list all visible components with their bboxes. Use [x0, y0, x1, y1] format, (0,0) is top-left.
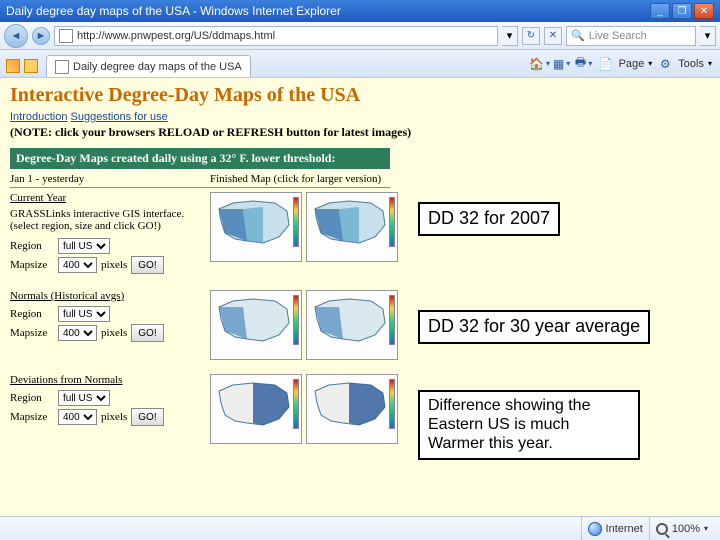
- url-text: http://www.pnwpest.org/US/ddmaps.html: [77, 30, 275, 42]
- tools-menu[interactable]: ⚙: [656, 55, 674, 73]
- legend-icon: [293, 197, 299, 247]
- command-bar: 🏠 ▦ 🖶 📄 Page▾ ⚙ Tools▾: [527, 50, 716, 77]
- favorites-add-icon[interactable]: [24, 59, 38, 73]
- suggestions-link[interactable]: Suggestions for use: [71, 111, 168, 123]
- search-input[interactable]: 🔍 Live Search: [566, 26, 696, 46]
- tab-active[interactable]: Daily degree day maps of the USA: [46, 55, 251, 77]
- page-menu[interactable]: 📄: [597, 55, 615, 73]
- mapsize-label: Mapsize: [10, 259, 54, 271]
- mapsize-label: Mapsize: [10, 327, 54, 339]
- legend-icon: [389, 295, 395, 345]
- feeds-button[interactable]: ▦: [553, 55, 571, 73]
- status-bar: Internet 100% ▾: [0, 516, 720, 540]
- url-dropdown[interactable]: ▾: [502, 26, 518, 46]
- page-icon: [59, 29, 73, 43]
- pixels-label: pixels: [101, 327, 127, 339]
- map-thumbnail[interactable]: [306, 192, 398, 262]
- region-select[interactable]: full US: [58, 390, 110, 406]
- search-placeholder: Live Search: [589, 30, 647, 42]
- section-header: Degree-Day Maps created daily using a 32…: [10, 148, 390, 169]
- page-subnav: Introduction Suggestions for use: [10, 111, 710, 123]
- search-dropdown[interactable]: ▾: [700, 26, 716, 46]
- tab-page-icon: [55, 60, 69, 74]
- page-menu-label[interactable]: Page: [619, 58, 645, 70]
- column-headers: Jan 1 - yesterday Finished Map (click fo…: [10, 169, 390, 188]
- legend-icon: [293, 379, 299, 429]
- region-label: Region: [10, 392, 54, 404]
- tab-strip: Daily degree day maps of the USA 🏠 ▦ 🖶 📄…: [0, 50, 720, 78]
- internet-zone-icon: [588, 522, 602, 536]
- maximize-button[interactable]: ❐: [672, 3, 692, 19]
- go-button[interactable]: [131, 408, 163, 426]
- pixels-label: pixels: [101, 411, 127, 423]
- tools-menu-label[interactable]: Tools: [678, 58, 704, 70]
- section-title: Current Year: [10, 192, 210, 204]
- map-thumbnail[interactable]: [210, 290, 302, 360]
- back-button[interactable]: ◄: [4, 24, 28, 48]
- region-label: Region: [10, 308, 54, 320]
- section-current-year: Current Year GRASSLinks interactive GIS …: [10, 188, 710, 286]
- url-input[interactable]: http://www.pnwpest.org/US/ddmaps.html: [54, 26, 498, 46]
- go-button[interactable]: [131, 324, 163, 342]
- print-button[interactable]: 🖶: [575, 55, 593, 73]
- region-label: Region: [10, 240, 54, 252]
- window-titlebar: Daily degree day maps of the USA - Windo…: [0, 0, 720, 22]
- mapsize-select[interactable]: 400: [58, 257, 97, 273]
- page-title: Interactive Degree-Day Maps of the USA: [10, 84, 710, 107]
- pixels-label: pixels: [101, 259, 127, 271]
- legend-icon: [389, 197, 395, 247]
- page-note: (NOTE: click your browsers RELOAD or REF…: [10, 125, 710, 140]
- home-button[interactable]: 🏠: [531, 55, 549, 73]
- col2-header: Finished Map (click for larger version): [210, 173, 390, 185]
- go-button[interactable]: [131, 256, 163, 274]
- map-thumbnail[interactable]: [306, 374, 398, 444]
- search-icon: 🔍: [571, 29, 585, 42]
- section-desc: GRASSLinks interactive GIS interface. (s…: [10, 208, 190, 232]
- zoom-icon: [656, 523, 668, 535]
- annotation-1: DD 32 for 2007: [418, 202, 560, 236]
- map-thumbnail[interactable]: [210, 192, 302, 262]
- status-zone: Internet: [581, 517, 649, 540]
- favorites-icon[interactable]: [6, 59, 20, 73]
- zoom-label: 100%: [672, 523, 700, 535]
- status-zoom[interactable]: 100% ▾: [649, 517, 714, 540]
- legend-icon: [389, 379, 395, 429]
- close-button[interactable]: ✕: [694, 3, 714, 19]
- mapsize-label: Mapsize: [10, 411, 54, 423]
- tab-label: Daily degree day maps of the USA: [73, 61, 242, 73]
- forward-button[interactable]: ►: [32, 27, 50, 45]
- section-title: Normals (Historical avgs): [10, 290, 210, 302]
- map-thumbnail[interactable]: [306, 290, 398, 360]
- intro-link[interactable]: Introduction: [10, 111, 67, 123]
- region-select[interactable]: full US: [58, 238, 110, 254]
- annotation-3: Difference showing the Eastern US is muc…: [418, 390, 640, 460]
- zone-label: Internet: [606, 523, 643, 535]
- mapsize-select[interactable]: 400: [58, 325, 97, 341]
- address-bar: ◄ ► http://www.pnwpest.org/US/ddmaps.htm…: [0, 22, 720, 50]
- col1-header: Jan 1 - yesterday: [10, 173, 210, 185]
- annotation-2: DD 32 for 30 year average: [418, 310, 650, 344]
- region-select[interactable]: full US: [58, 306, 110, 322]
- map-thumbnail[interactable]: [210, 374, 302, 444]
- refresh-button[interactable]: ↻: [522, 27, 540, 45]
- window-title: Daily degree day maps of the USA - Windo…: [6, 4, 341, 18]
- stop-button[interactable]: ✕: [544, 27, 562, 45]
- legend-icon: [293, 295, 299, 345]
- page-content: Interactive Degree-Day Maps of the USA I…: [0, 78, 720, 516]
- minimize-button[interactable]: _: [650, 3, 670, 19]
- mapsize-select[interactable]: 400: [58, 409, 97, 425]
- section-title: Deviations from Normals: [10, 374, 210, 386]
